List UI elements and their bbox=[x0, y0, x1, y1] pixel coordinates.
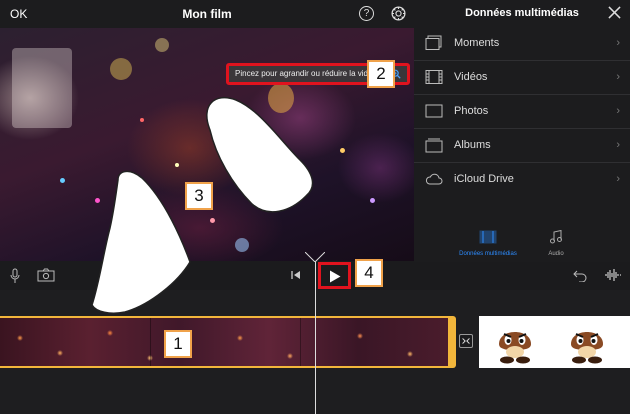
photo-icon bbox=[425, 104, 443, 118]
chevron-right-icon: › bbox=[616, 37, 620, 49]
project-title: Mon film bbox=[182, 7, 232, 21]
panel-item-label: iCloud Drive bbox=[454, 173, 514, 185]
film-icon bbox=[425, 70, 443, 84]
goomba-thumbnail bbox=[499, 332, 531, 364]
tab-audio-label: Audio bbox=[548, 251, 564, 257]
tab-audio[interactable]: Audio bbox=[526, 229, 586, 257]
panel-item-videos[interactable]: Vidéos › bbox=[414, 61, 630, 95]
microphone-icon[interactable] bbox=[10, 268, 20, 284]
cloud-icon bbox=[425, 173, 443, 185]
playhead[interactable] bbox=[315, 262, 316, 414]
panel-item-label: Vidéos bbox=[454, 71, 488, 83]
callout-badge-2: 2 bbox=[367, 60, 395, 88]
chevron-right-icon: › bbox=[616, 139, 620, 151]
goomba-thumbnail bbox=[571, 332, 603, 364]
pinch-hint-text: Pincez pour agrandir ou réduire la vidéo… bbox=[235, 69, 380, 78]
video-clip[interactable] bbox=[0, 316, 448, 368]
media-panel: Données multimédias Moments › Vidéos › P… bbox=[414, 0, 630, 262]
chevron-right-icon: › bbox=[616, 71, 620, 83]
clip-trim-handle[interactable] bbox=[448, 316, 456, 368]
panel-item-label: Photos bbox=[454, 105, 489, 117]
panel-item-icloud[interactable]: iCloud Drive › bbox=[414, 163, 630, 197]
play-icon bbox=[330, 270, 341, 283]
playhead-marker-icon bbox=[305, 252, 325, 262]
undo-icon[interactable] bbox=[573, 268, 587, 282]
chevron-right-icon: › bbox=[616, 173, 620, 185]
transition-icon[interactable] bbox=[459, 334, 473, 348]
top-bar: OK Mon film ? bbox=[0, 0, 414, 28]
panel-item-label: Albums bbox=[454, 139, 491, 151]
film-strip-icon bbox=[479, 230, 497, 244]
panel-item-label: Moments bbox=[454, 37, 500, 49]
skip-back-icon[interactable] bbox=[291, 270, 301, 280]
panel-title: Données multimédias bbox=[465, 7, 579, 19]
callout-badge-4: 4 bbox=[355, 259, 383, 287]
close-icon[interactable] bbox=[608, 6, 621, 19]
play-button[interactable] bbox=[318, 262, 351, 289]
panel-item-moments[interactable]: Moments › bbox=[414, 27, 630, 61]
settings-icon[interactable] bbox=[390, 5, 407, 22]
album-icon bbox=[425, 138, 443, 153]
video-preview[interactable]: Pincez pour agrandir ou réduire la vidéo… bbox=[0, 28, 414, 261]
music-note-icon bbox=[550, 229, 562, 244]
tab-media-label: Données multimédias bbox=[459, 251, 517, 257]
tab-media[interactable]: Données multimédias bbox=[458, 230, 518, 257]
panel-item-albums[interactable]: Albums › bbox=[414, 129, 630, 163]
audio-waveform-icon[interactable] bbox=[604, 268, 622, 282]
callout-badge-3: 3 bbox=[185, 182, 213, 210]
camera-icon[interactable] bbox=[37, 268, 55, 282]
help-icon[interactable]: ? bbox=[359, 6, 374, 21]
callout-badge-1: 1 bbox=[164, 330, 192, 358]
image-clip[interactable] bbox=[479, 316, 630, 368]
chevron-right-icon: › bbox=[616, 105, 620, 117]
panel-item-photos[interactable]: Photos › bbox=[414, 95, 630, 129]
moments-icon bbox=[425, 35, 442, 50]
